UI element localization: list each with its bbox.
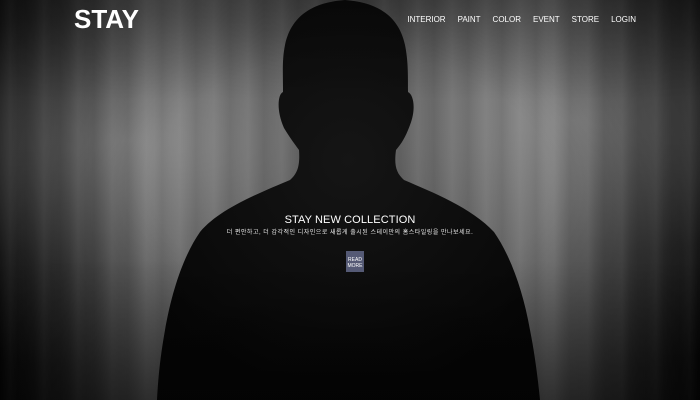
logo[interactable]: STAY [74, 4, 139, 34]
hero-subtitle: 더 편안하고, 더 감각적인 디자인으로 새롭게 출시된 스테이만의 홈스타일링… [226, 230, 474, 236]
person-silhouette-image [157, 0, 540, 400]
nav-item-event[interactable]: EVENT [533, 14, 560, 26]
nav-item-login[interactable]: LOGIN [611, 14, 636, 26]
nav-item-color[interactable]: COLOR [493, 14, 521, 26]
nav-item-interior[interactable]: INTERIOR [407, 14, 445, 26]
nav-item-paint[interactable]: PAINT [458, 14, 481, 26]
page: STAY INTERIOR PAINT COLOR EVENT STORE LO… [0, 0, 700, 400]
hero-title: STAY NEW COLLECTION [284, 214, 416, 226]
main-nav: INTERIOR PAINT COLOR EVENT STORE LOGIN [407, 14, 636, 26]
read-more-button[interactable]: READ MORE [346, 251, 364, 272]
hero-caption: STAY NEW COLLECTION 더 편안하고, 더 감각적인 디자인으로… [0, 213, 700, 238]
nav-item-store[interactable]: STORE [572, 14, 599, 26]
site-header: STAY INTERIOR PAINT COLOR EVENT STORE LO… [0, 0, 700, 40]
